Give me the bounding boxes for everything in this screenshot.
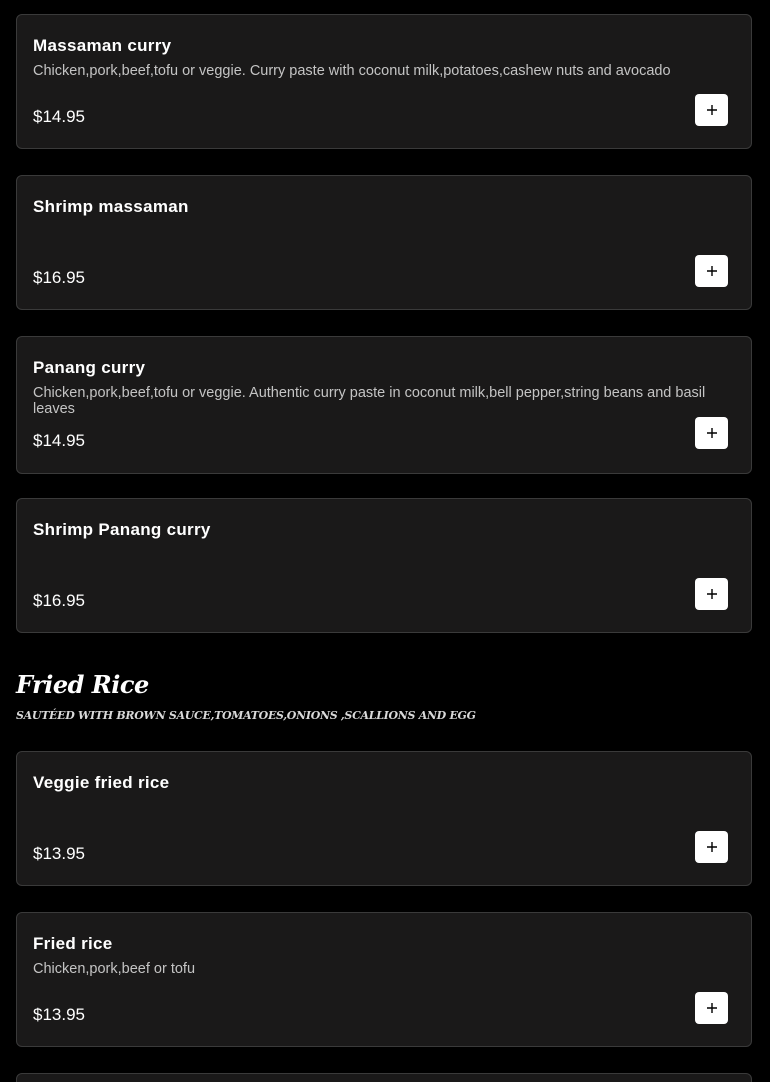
menu-item-card[interactable]: Massaman curry Chicken,pork,beef,tofu or… [16,14,752,149]
section-description: SAUTÉED WITH BROWN SAUCE,TOMATOES,ONIONS… [16,709,476,722]
menu-item-card[interactable]: Fried rice Chicken,pork,beef or tofu $13… [16,912,752,1047]
menu-item-price: $14.95 [33,431,85,450]
menu-item-name: Panang curry [33,358,146,377]
add-to-cart-button[interactable] [695,417,728,449]
menu-item-price: $13.95 [33,1005,85,1024]
menu-item-price: $13.95 [33,844,85,863]
menu-page: Massaman curry Chicken,pork,beef,tofu or… [0,0,770,1082]
menu-item-description: Chicken,pork,beef or tofu [33,961,196,977]
menu-item-card[interactable]: Panang curry Chicken,pork,beef,tofu or v… [16,336,752,474]
plus-icon [706,428,717,438]
plus-icon [706,842,717,852]
menu-item-card[interactable] [16,1073,752,1082]
menu-item-name: Shrimp Panang curry [33,520,211,539]
plus-icon [706,266,717,276]
plus-icon [706,589,717,599]
menu-item-name: Veggie fried rice [33,773,170,792]
menu-item-name: Fried rice [33,934,113,953]
add-to-cart-button[interactable] [695,578,728,610]
menu-item-description: Chicken,pork,beef,tofu or veggie. Authen… [33,385,706,417]
menu-item-description: Chicken,pork,beef,tofu or veggie. Curry … [33,63,671,79]
menu-item-card[interactable]: Veggie fried rice $13.95 [16,751,752,886]
add-to-cart-button[interactable] [695,831,728,863]
menu-item-price: $14.95 [33,107,85,126]
menu-item-name: Shrimp massaman [33,197,189,216]
menu-item-card[interactable]: Shrimp Panang curry $16.95 [16,498,752,633]
plus-icon [706,105,717,115]
menu-item-price: $16.95 [33,591,85,610]
add-to-cart-button[interactable] [695,255,728,287]
menu-item-price: $16.95 [33,268,85,287]
add-to-cart-button[interactable] [695,94,728,126]
menu-item-name: Massaman curry [33,36,172,55]
add-to-cart-button[interactable] [695,992,728,1024]
menu-item-card[interactable]: Shrimp massaman $16.95 [16,175,752,310]
section-title: Fried Rice [16,670,149,699]
plus-icon [706,1003,717,1013]
